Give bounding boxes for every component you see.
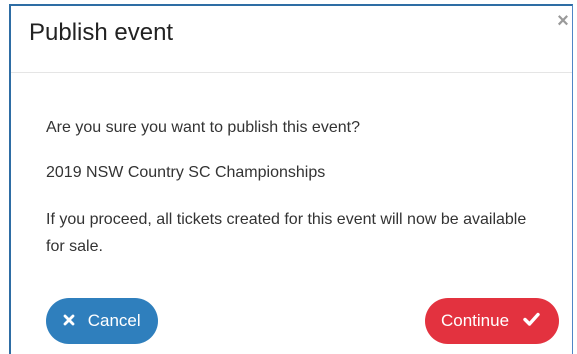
close-button[interactable]: × — [554, 10, 572, 32]
dialog-header: Publish event × — [11, 6, 572, 73]
times-icon — [63, 298, 75, 344]
close-icon: × — [557, 10, 569, 32]
event-name: 2019 NSW Country SC Championships — [46, 164, 326, 181]
dialog-title: Publish event — [29, 19, 174, 46]
continue-button-label: Continue — [441, 310, 510, 330]
publish-event-dialog: Publish event × Are you sure you want to… — [9, 4, 573, 354]
publish-warning-message: If you proceed, all tickets created for … — [46, 211, 527, 255]
cancel-button[interactable]: Cancel — [46, 298, 158, 344]
confirmation-question: Are you sure you want to publish this ev… — [46, 119, 360, 136]
cancel-button-label: Cancel — [87, 310, 141, 330]
check-icon — [523, 298, 540, 344]
continue-button[interactable]: Continue — [425, 298, 559, 344]
